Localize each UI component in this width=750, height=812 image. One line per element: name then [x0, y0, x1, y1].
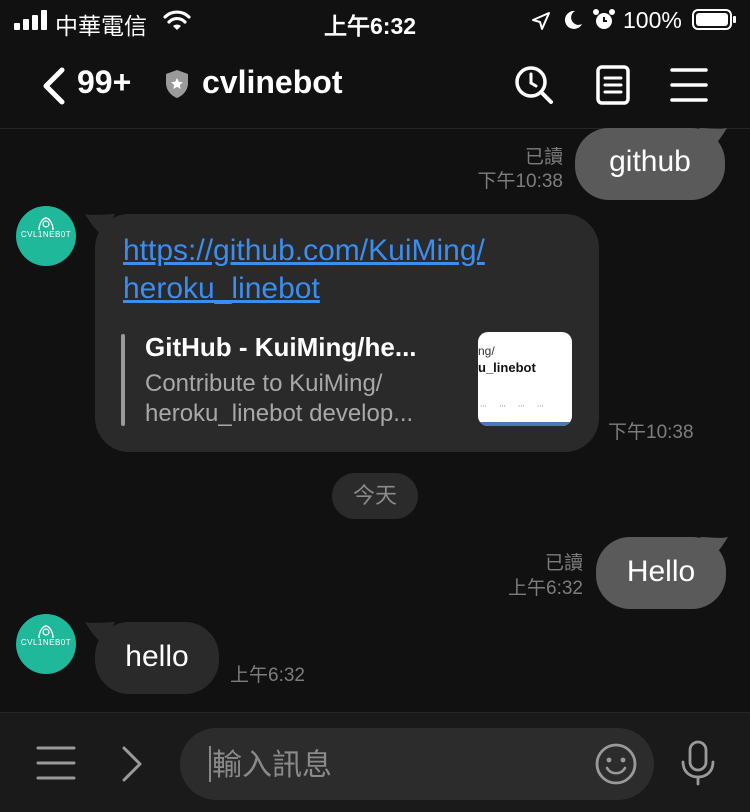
- preview-title: GitHub - KuiMing/he...: [145, 332, 417, 362]
- preview-description-line2: heroku_linebot develop...: [145, 400, 414, 427]
- battery-percent: 100%: [623, 7, 682, 33]
- message-text: Hello: [626, 555, 696, 588]
- back-chevron-icon[interactable]: [40, 66, 68, 106]
- message-time: 上午6:32: [230, 665, 305, 686]
- message-input[interactable]: [210, 728, 594, 802]
- message-text: hello: [125, 640, 189, 673]
- moon-icon: [564, 10, 582, 29]
- signal-icon: [14, 10, 48, 30]
- read-receipt: 已讀: [544, 553, 583, 574]
- preview-description-line1: Contribute to KuiMing/: [145, 370, 383, 397]
- wifi-icon: [163, 10, 191, 30]
- outgoing-message[interactable]: Hello: [596, 537, 728, 609]
- shield-icon: [166, 70, 188, 98]
- incoming-message[interactable]: hello: [85, 622, 219, 694]
- battery-icon: [692, 9, 736, 30]
- read-receipt: 已讀: [524, 147, 563, 168]
- emoji-icon[interactable]: [594, 742, 638, 786]
- status-bar: 中華電信 上午6:32 100%: [0, 0, 750, 40]
- link-preview-card[interactable]: GitHub - KuiMing/he... Contribute to Kui…: [121, 332, 573, 428]
- carrier-name: 中華電信: [55, 13, 147, 39]
- avatar[interactable]: CVL1NEB0T: [16, 206, 76, 266]
- outgoing-message[interactable]: github: [575, 128, 727, 200]
- preview-thumbnail: ng/ u_linebot ⋯ ⋯ ⋯ ⋯: [478, 332, 572, 426]
- message-time: 下午10:38: [477, 171, 563, 192]
- avatar[interactable]: CVL1NEB0T: [16, 614, 76, 674]
- message-input-box[interactable]: [180, 728, 654, 802]
- message-time: 上午6:32: [508, 578, 583, 599]
- room-title[interactable]: cvlinebot: [202, 64, 342, 101]
- message-text: github: [609, 145, 691, 178]
- clock: 上午6:32: [324, 13, 417, 39]
- date-separator: 今天: [332, 473, 418, 519]
- link-url-line1[interactable]: https://github.com/KuiMing/: [123, 232, 485, 270]
- location-arrow-icon: [532, 12, 550, 30]
- menu-icon[interactable]: [668, 64, 710, 106]
- microphone-icon[interactable]: [678, 740, 718, 786]
- unread-count[interactable]: 99+: [77, 64, 131, 101]
- alarm-icon: [593, 9, 615, 29]
- chevron-right-icon[interactable]: [120, 744, 144, 784]
- search-history-icon[interactable]: [513, 64, 555, 106]
- link-url-line2[interactable]: heroku_linebot: [123, 270, 320, 308]
- more-menu-icon[interactable]: [36, 745, 76, 781]
- notes-icon[interactable]: [592, 64, 634, 106]
- message-time: 下午10:38: [608, 422, 694, 443]
- text-cursor: [209, 746, 211, 782]
